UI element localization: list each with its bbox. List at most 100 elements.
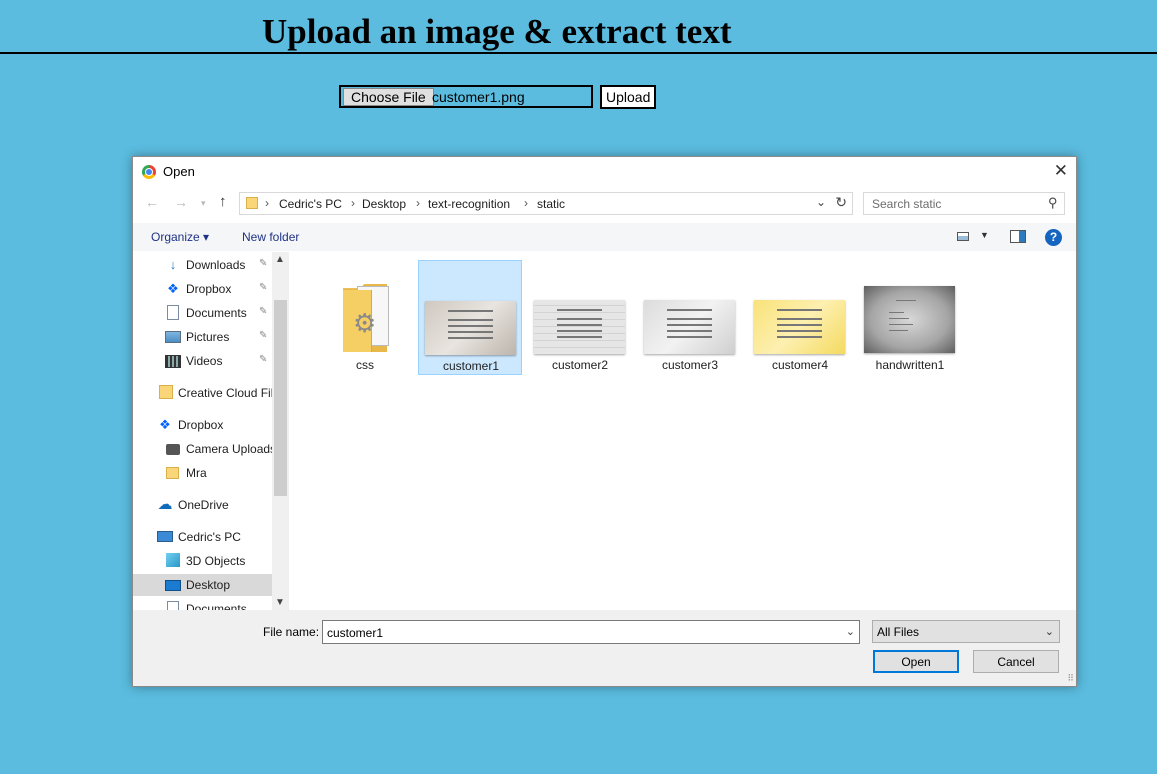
open-file-dialog: Open ✕ ← → ▾ ↑ › Cedric's PC › Desktop ›…	[132, 156, 1077, 687]
nav-item-mra[interactable]: Mra	[133, 462, 288, 484]
file-item-customer4[interactable]: customer4	[748, 260, 852, 375]
nav-item-label: Dropbox	[186, 282, 232, 296]
nav-item-dropbox-root[interactable]: ❖ Dropbox	[133, 414, 288, 436]
file-type-select[interactable]: All Files ⌄	[872, 620, 1060, 643]
nav-item-label: Pictures	[186, 330, 230, 344]
file-type-value: All Files	[877, 625, 920, 639]
pin-icon: ✎	[259, 306, 268, 317]
nav-item-label: Creative Cloud Fil	[178, 386, 274, 400]
nav-item-downloads[interactable]: ↓ Downloads ✎	[133, 254, 288, 276]
view-options-icon[interactable]	[957, 232, 969, 241]
new-folder-button[interactable]: New folder	[242, 230, 299, 244]
nav-item-pictures[interactable]: Pictures ✎	[133, 326, 288, 348]
nav-item-creative-cloud[interactable]: Creative Cloud Fil	[133, 382, 288, 404]
scrollbar-thumb[interactable]	[274, 300, 287, 496]
dialog-titlebar: Open ✕	[133, 157, 1076, 187]
nav-item-label: Cedric's PC	[178, 530, 241, 544]
file-item-customer2[interactable]: customer2	[528, 260, 632, 375]
pin-icon: ✎	[259, 354, 268, 365]
onedrive-icon: ☁	[157, 496, 173, 513]
close-icon[interactable]: ✕	[1054, 162, 1068, 180]
navigation-bar: ← → ▾ ↑ › Cedric's PC › Desktop › text-r…	[133, 191, 1076, 217]
back-arrow-icon[interactable]: ←	[145, 194, 159, 210]
help-icon[interactable]: ?	[1045, 229, 1062, 246]
nav-item-documents-pc[interactable]: Documents	[133, 598, 288, 610]
chevron-down-icon[interactable]: ⌄	[1045, 625, 1054, 638]
3d-objects-icon	[166, 553, 180, 567]
pictures-icon	[165, 331, 181, 343]
file-list: ⚙ css customer1 customer2 customer3 cust…	[289, 252, 1076, 610]
nav-item-3d-objects[interactable]: 3D Objects	[133, 550, 288, 572]
nav-item-label: Downloads	[186, 258, 246, 272]
chevron-right-icon: ›	[416, 196, 420, 210]
file-item-css[interactable]: ⚙ css	[313, 260, 417, 375]
pin-icon: ✎	[259, 282, 268, 293]
nav-item-label: Documents	[186, 602, 247, 610]
breadcrumb-item[interactable]: Cedric's PC	[279, 197, 342, 211]
preview-pane-icon[interactable]	[1010, 230, 1026, 243]
page-title: Upload an image & extract text	[262, 12, 732, 51]
nav-item-label: Documents	[186, 306, 247, 320]
file-label: customer2	[551, 358, 609, 372]
breadcrumb-item[interactable]: text-recognition	[428, 197, 510, 211]
pin-icon: ✎	[259, 258, 268, 269]
nav-item-desktop[interactable]: Desktop	[133, 574, 288, 596]
camera-icon	[166, 444, 180, 455]
refresh-icon[interactable]: ↻	[835, 194, 847, 211]
nav-scrollbar[interactable]: ▲ ▼	[272, 252, 289, 610]
computer-icon	[157, 531, 173, 542]
nav-item-this-pc[interactable]: Cedric's PC	[133, 526, 288, 548]
nav-item-camera-uploads[interactable]: Camera Uploads	[133, 438, 288, 460]
file-input[interactable]: Choose File customer1.png	[339, 85, 593, 108]
nav-item-label: Dropbox	[178, 418, 224, 432]
forward-arrow-icon[interactable]: →	[174, 194, 188, 210]
pin-icon: ✎	[259, 330, 268, 341]
nav-item-label: Camera Uploads	[186, 442, 277, 456]
recent-dropdown-icon[interactable]: ▾	[201, 198, 206, 209]
document-icon	[167, 601, 179, 610]
nav-item-documents[interactable]: Documents ✎	[133, 302, 288, 324]
file-item-customer1[interactable]: customer1	[418, 260, 522, 375]
nav-item-onedrive[interactable]: ☁ OneDrive	[133, 494, 288, 516]
file-label: customer1	[442, 359, 500, 373]
file-name-field[interactable]: customer1 ⌄	[322, 620, 860, 644]
open-button[interactable]: Open	[873, 650, 959, 673]
dropbox-icon: ❖	[167, 281, 179, 296]
search-icon[interactable]: ⚲	[1048, 195, 1058, 211]
file-item-customer3[interactable]: customer3	[638, 260, 742, 375]
videos-icon	[165, 355, 181, 368]
breadcrumb-item[interactable]: Desktop	[362, 197, 406, 211]
navigation-pane: ↓ Downloads ✎ ❖ Dropbox ✎ Documents ✎ Pi…	[133, 252, 288, 610]
gear-icon: ⚙	[353, 308, 377, 338]
search-input[interactable]: Search static ⚲	[863, 192, 1065, 215]
choose-file-button[interactable]: Choose File	[343, 88, 434, 106]
chevron-down-icon[interactable]: ⌄	[816, 195, 826, 209]
image-thumbnail	[864, 286, 955, 353]
file-label: css	[356, 358, 374, 372]
chevron-up-icon[interactable]: ▲	[275, 254, 285, 265]
nav-item-label: Mra	[186, 466, 207, 480]
chevron-down-icon[interactable]: ▼	[275, 597, 285, 608]
nav-item-videos[interactable]: Videos ✎	[133, 350, 288, 372]
cancel-button[interactable]: Cancel	[973, 650, 1059, 673]
image-thumbnail	[754, 300, 845, 354]
up-arrow-icon[interactable]: ↑	[219, 193, 227, 210]
breadcrumb-item[interactable]: static	[537, 197, 565, 211]
chevron-down-icon[interactable]: ▼	[980, 230, 989, 240]
dialog-toolbar: Organize ▾ New folder ▼ ?	[133, 223, 1076, 251]
nav-item-label: Desktop	[186, 578, 231, 592]
resize-grip-icon[interactable]: ⠿	[1067, 673, 1074, 684]
chevron-down-icon[interactable]: ⌄	[846, 625, 855, 638]
nav-item-dropbox[interactable]: ❖ Dropbox ✎	[133, 278, 288, 300]
file-label: handwritten1	[875, 358, 945, 372]
address-bar[interactable]: › Cedric's PC › Desktop › text-recogniti…	[239, 192, 853, 215]
dropbox-icon: ❖	[159, 417, 171, 432]
file-label: customer3	[661, 358, 719, 372]
image-thumbnail	[425, 301, 516, 355]
chevron-right-icon: ›	[524, 196, 528, 210]
organize-menu[interactable]: Organize ▾	[151, 230, 209, 244]
image-thumbnail	[534, 300, 625, 354]
document-icon	[167, 305, 179, 320]
upload-button[interactable]: Upload	[600, 85, 657, 109]
file-item-handwritten1[interactable]: handwritten1	[858, 260, 962, 375]
